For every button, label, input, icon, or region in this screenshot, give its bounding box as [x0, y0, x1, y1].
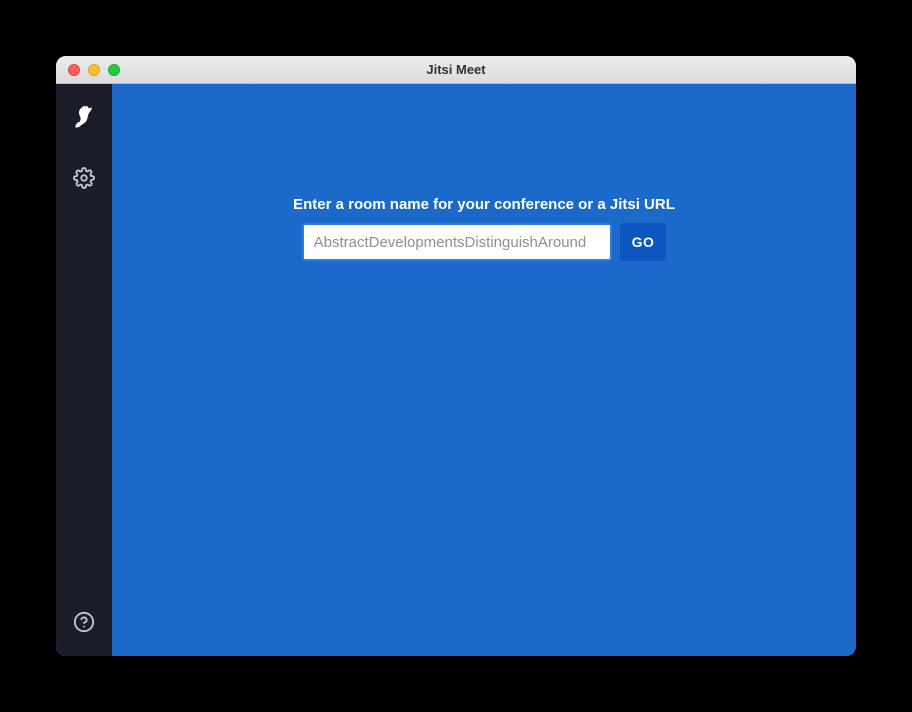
help-icon: [73, 611, 95, 638]
traffic-lights: [56, 64, 120, 76]
sidebar-top: [68, 104, 100, 196]
room-name-input[interactable]: [302, 223, 612, 261]
room-prompt-label: Enter a room name for your conference or…: [293, 196, 675, 213]
titlebar: Jitsi Meet: [56, 56, 856, 84]
go-button[interactable]: GO: [620, 223, 667, 261]
main-content: Enter a room name for your conference or…: [112, 84, 856, 656]
sidebar-bottom: [68, 608, 100, 640]
window-minimize-button[interactable]: [88, 64, 100, 76]
window-close-button[interactable]: [68, 64, 80, 76]
sidebar-logo[interactable]: [68, 104, 100, 136]
sidebar-help[interactable]: [68, 608, 100, 640]
sidebar: [56, 84, 112, 656]
app-window: Jitsi Meet: [56, 56, 856, 656]
jitsi-logo-icon: [70, 104, 98, 137]
room-input-row: GO: [302, 223, 667, 261]
window-title: Jitsi Meet: [56, 62, 856, 77]
gear-icon: [73, 167, 95, 194]
sidebar-settings[interactable]: [68, 164, 100, 196]
window-maximize-button[interactable]: [108, 64, 120, 76]
app-body: Enter a room name for your conference or…: [56, 84, 856, 656]
